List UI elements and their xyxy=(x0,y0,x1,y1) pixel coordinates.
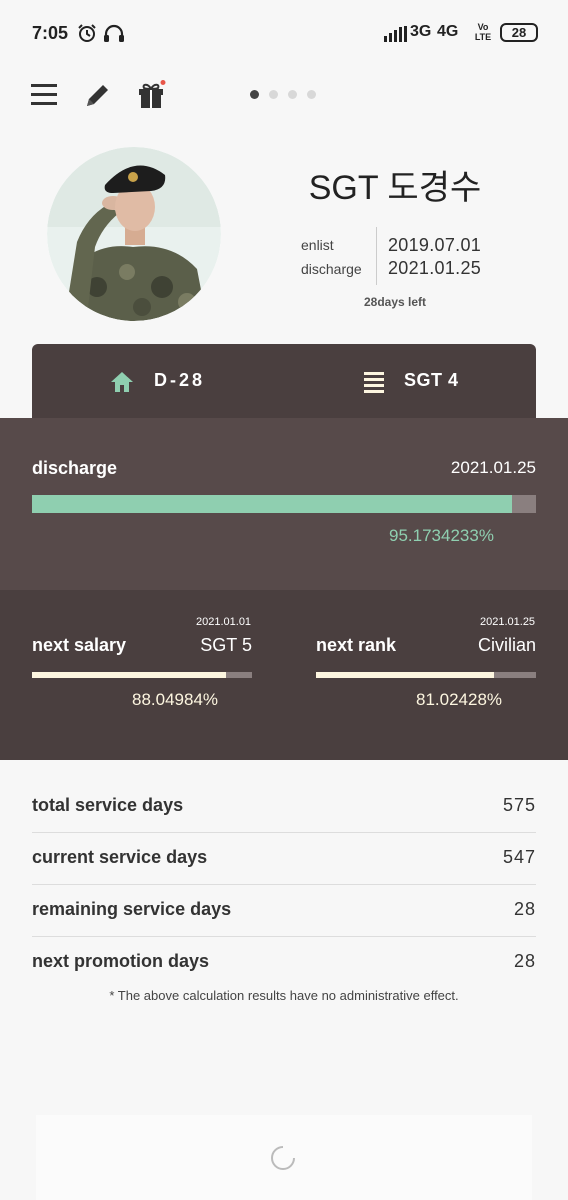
headphones-icon xyxy=(103,23,125,48)
stat-value: 547 xyxy=(502,847,536,867)
salary-label: next salary xyxy=(32,635,127,655)
list-icon[interactable] xyxy=(364,371,386,398)
status-time: 7:05 xyxy=(32,23,69,43)
avatar[interactable] xyxy=(47,147,221,321)
stat-label: remaining service days xyxy=(32,899,232,919)
summary-tabs: D-28 SGT 4 xyxy=(32,344,536,420)
battery-indicator: 28 xyxy=(500,23,538,42)
page-dot[interactable] xyxy=(307,90,316,99)
page-dot[interactable] xyxy=(288,90,297,99)
net-3g: 3G xyxy=(410,23,432,40)
discharge-label: discharge xyxy=(301,261,362,277)
promotion-section: 2021.01.01 next salary SGT 5 88.04984% 2… xyxy=(0,590,568,760)
discharge-percent: 95.1734233% xyxy=(389,526,494,545)
days-left: 28days left xyxy=(364,295,427,309)
net-4g: 4G xyxy=(437,23,459,40)
rank-label[interactable]: SGT 4 xyxy=(404,370,459,391)
volte-label: Vo LTE xyxy=(474,22,492,42)
rank-progress-fill xyxy=(316,672,495,678)
rank-percent: 81.02428% xyxy=(416,690,503,709)
disclaimer-note: * The above calculation results have no … xyxy=(109,988,459,1003)
salary-percent: 88.04984% xyxy=(132,690,219,709)
profile-name: SGT 도경수 xyxy=(308,169,482,207)
status-bar: 7:05 3G 4G Vo LTE 28 xyxy=(0,0,568,66)
divider xyxy=(376,227,377,285)
stat-value: 28 xyxy=(513,951,536,971)
discharge-progress-date: 2021.01.25 xyxy=(450,458,536,477)
signal-icon xyxy=(384,26,408,47)
menu-icon[interactable] xyxy=(30,80,60,110)
salary-date: 2021.01.01 xyxy=(196,616,252,628)
rank-progress-bar xyxy=(316,672,536,678)
page-dot[interactable] xyxy=(269,90,278,99)
discharge-section: discharge 2021.01.25 95.1734233% xyxy=(0,418,568,590)
stat-row: total service days 575 xyxy=(32,779,536,831)
discharge-date: 2021.01.25 xyxy=(388,258,482,278)
stat-label: next promotion days xyxy=(32,951,210,971)
stat-label: current service days xyxy=(32,847,208,867)
salary-progress-fill xyxy=(32,672,226,678)
rank-date: 2021.01.25 xyxy=(480,616,536,628)
stat-row: current service days 547 xyxy=(32,831,536,883)
stat-row: next promotion days 28 xyxy=(32,935,536,987)
discharge-progress-label: discharge xyxy=(32,458,118,478)
alarm-icon xyxy=(77,23,97,48)
next-rank-value: Civilian xyxy=(477,635,536,655)
gift-icon[interactable] xyxy=(137,80,167,110)
home-icon[interactable] xyxy=(110,370,134,399)
loading-spinner-icon xyxy=(270,1145,296,1171)
discharge-progress-fill xyxy=(32,495,512,513)
next-rank-label: next rank xyxy=(316,635,397,655)
salary-progress-bar xyxy=(32,672,252,678)
discharge-progress-bar xyxy=(32,495,536,513)
stat-label: total service days xyxy=(32,795,184,815)
page-dot[interactable] xyxy=(250,90,259,99)
stat-value: 575 xyxy=(502,795,536,815)
enlist-label: enlist xyxy=(301,237,334,253)
enlist-date: 2019.07.01 xyxy=(388,235,482,255)
dday-label[interactable]: D-28 xyxy=(154,370,205,391)
edit-icon[interactable] xyxy=(83,80,113,110)
stat-row: remaining service days 28 xyxy=(32,883,536,935)
salary-value: SGT 5 xyxy=(200,635,252,655)
stat-value: 28 xyxy=(513,899,536,919)
